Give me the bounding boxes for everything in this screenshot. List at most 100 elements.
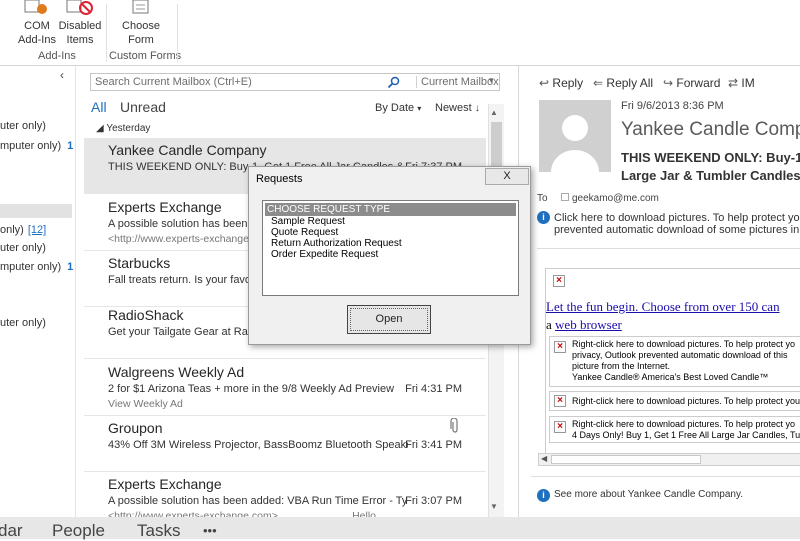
- broken-image-icon[interactable]: ×: [553, 275, 565, 287]
- broken-image-icon: ×: [554, 395, 566, 407]
- scroll-left-icon[interactable]: ◀: [541, 454, 547, 463]
- message-row[interactable]: Groupon 43% Off 3M Wireless Projector, B…: [84, 416, 486, 472]
- group-header[interactable]: ◢ Yesterday: [96, 123, 150, 134]
- image-placeholder[interactable]: × Right-click here to download pictures.…: [549, 416, 800, 443]
- reply-icon: ↩: [539, 76, 550, 90]
- see-more-link[interactable]: See more about Yankee Candle Company.: [554, 489, 743, 500]
- navigation-bar: dar People Tasks •••: [0, 517, 800, 541]
- folder-count: 1: [67, 140, 74, 152]
- ribbon-separator: [177, 4, 178, 62]
- custom-forms-group-label: Custom Forms: [109, 50, 182, 62]
- divider: [537, 248, 800, 249]
- request-option[interactable]: Order Expedite Request: [271, 249, 378, 260]
- forward-icon: ↪: [663, 76, 674, 90]
- message-row[interactable]: Walgreens Weekly Ad 2 for $1 Arizona Tea…: [84, 360, 486, 416]
- dialog-title: Requests: [256, 173, 303, 185]
- sort-by-label: By Date: [375, 102, 415, 114]
- close-button[interactable]: X: [485, 168, 529, 185]
- nav-people[interactable]: People: [52, 521, 105, 541]
- search-input[interactable]: Search Current Mailbox (Ctrl+E) Current …: [90, 73, 500, 91]
- sort-order-toggle[interactable]: Newest ↓: [435, 102, 480, 114]
- ribbon: COM Add-Ins Disabled Items Add-Ins Choos…: [0, 0, 800, 66]
- im-label: IM: [741, 76, 755, 90]
- scroll-down-icon[interactable]: ▼: [490, 502, 498, 511]
- request-type-listbox[interactable]: CHOOSE REQUEST TYPE Sample Request Quote…: [262, 200, 519, 296]
- subject-line-1: THIS WEEKEND ONLY: Buy-1,: [621, 150, 800, 165]
- form-icon: [132, 0, 149, 14]
- message-time: Fri 3:41 PM: [405, 439, 462, 451]
- filter-unread-tab[interactable]: Unread: [120, 99, 166, 115]
- horizontal-scrollbar[interactable]: ◀: [538, 453, 800, 466]
- search-scope-dropdown[interactable]: Current Mailbox: [416, 76, 499, 88]
- to-value: geekamo@me.com: [572, 193, 659, 204]
- folder-item[interactable]: uter only): [0, 317, 52, 329]
- folder-item[interactable]: uter only): [0, 120, 52, 132]
- image-placeholder[interactable]: × Right-click here to download pictures.…: [549, 336, 800, 387]
- body-link[interactable]: Let the fun begin. Choose from over 150 …: [546, 299, 780, 315]
- message-subject: 2 for $1 Arizona Teas + more in the 9/8 …: [108, 383, 395, 395]
- message-subject: 43% Off 3M Wireless Projector, BassBoomz…: [108, 439, 408, 451]
- scrollbar-thumb[interactable]: [551, 455, 701, 464]
- chevron-down-icon: ▾: [417, 104, 422, 113]
- block-text: Right-click here to download pictures. T…: [572, 396, 800, 406]
- im-button[interactable]: ⇄ IM: [728, 76, 755, 90]
- collapse-folder-pane-icon[interactable]: ‹: [60, 68, 64, 82]
- forward-button[interactable]: ↪ Forward: [663, 76, 720, 90]
- message-sender: Walgreens Weekly Ad: [108, 364, 245, 380]
- message-sender: RadioShack: [108, 307, 184, 323]
- to-recipient[interactable]: geekamo@me.com: [561, 193, 659, 204]
- message-time: Fri 3:07 PM: [405, 495, 462, 507]
- download-pictures-info[interactable]: Click here to download pictures. To help…: [554, 212, 800, 236]
- request-option[interactable]: Sample Request: [271, 216, 345, 227]
- filter-all-tab[interactable]: All: [91, 99, 107, 115]
- info-icon: i: [537, 489, 550, 502]
- reply-all-icon: ⇐: [593, 76, 604, 90]
- disabled-items-label-2: Items: [66, 34, 94, 46]
- nav-calendar[interactable]: dar: [0, 521, 23, 541]
- folder-label: mputer only): [0, 140, 62, 152]
- subject-line-2: Large Jar & Tumbler Candles: [621, 168, 800, 183]
- folder-label: uter only): [0, 242, 46, 254]
- listbox-header[interactable]: CHOOSE REQUEST TYPE: [265, 203, 516, 216]
- broken-image-icon: ×: [554, 421, 566, 433]
- requests-dialog: Requests X CHOOSE REQUEST TYPE Sample Re…: [248, 166, 531, 345]
- divider: [531, 476, 800, 477]
- search-placeholder: Search Current Mailbox (Ctrl+E): [95, 76, 252, 88]
- message-sender: Yankee Candle Company: [108, 142, 267, 158]
- folder-label: uter only): [0, 120, 46, 132]
- block-text: Yankee Candle® America's Best Loved Cand…: [572, 372, 769, 382]
- im-icon: ⇄: [728, 76, 739, 90]
- request-option[interactable]: Return Authorization Request: [271, 238, 402, 249]
- info-line-1: Click here to download pictures. To help…: [554, 212, 800, 224]
- sort-by-dropdown[interactable]: By Date ▾: [375, 102, 421, 114]
- nav-tasks[interactable]: Tasks: [137, 521, 180, 541]
- folder-count: [12]: [27, 224, 47, 236]
- block-text: picture from the Internet.: [572, 361, 671, 371]
- folder-item[interactable]: only) [12]: [0, 224, 46, 236]
- chevron-down-icon[interactable]: ▾: [489, 75, 494, 86]
- info-icon: i: [537, 211, 550, 224]
- reply-button[interactable]: ↩ Reply: [539, 76, 583, 90]
- nav-more-icon[interactable]: •••: [203, 523, 217, 538]
- reading-pane: ↩ Reply ⇐ Reply All ↪ Forward ⇄ IM Fri 9…: [518, 66, 800, 517]
- image-placeholder[interactable]: × Right-click here to download pictures.…: [549, 391, 800, 411]
- search-icon[interactable]: [387, 76, 401, 89]
- sort-order-label: Newest: [435, 102, 472, 114]
- folder-item[interactable]: mputer only) 1: [0, 140, 73, 152]
- folder-selected-highlight: [0, 204, 72, 218]
- contact-icon: [561, 193, 569, 201]
- folder-pane: ‹ uter only) mputer only) 1 only) [12] ute…: [0, 66, 76, 517]
- message-date: Fri 9/6/2013 8:36 PM: [621, 100, 724, 112]
- message-sender: Groupon: [108, 420, 163, 436]
- open-button[interactable]: Open: [347, 305, 431, 334]
- folder-item[interactable]: mputer only) 1: [0, 261, 73, 273]
- web-browser-link[interactable]: web browser: [555, 317, 622, 332]
- message-time: Fri 4:31 PM: [405, 383, 462, 395]
- reply-all-button[interactable]: ⇐ Reply All: [593, 76, 653, 90]
- folder-item[interactable]: uter only): [0, 242, 52, 254]
- disabled-items-label-1: Disabled: [58, 20, 102, 32]
- browser-line: a web browser: [546, 317, 622, 333]
- request-option[interactable]: Quote Request: [271, 227, 338, 238]
- forward-label: Forward: [676, 76, 721, 90]
- scroll-up-icon[interactable]: ▲: [490, 108, 498, 117]
